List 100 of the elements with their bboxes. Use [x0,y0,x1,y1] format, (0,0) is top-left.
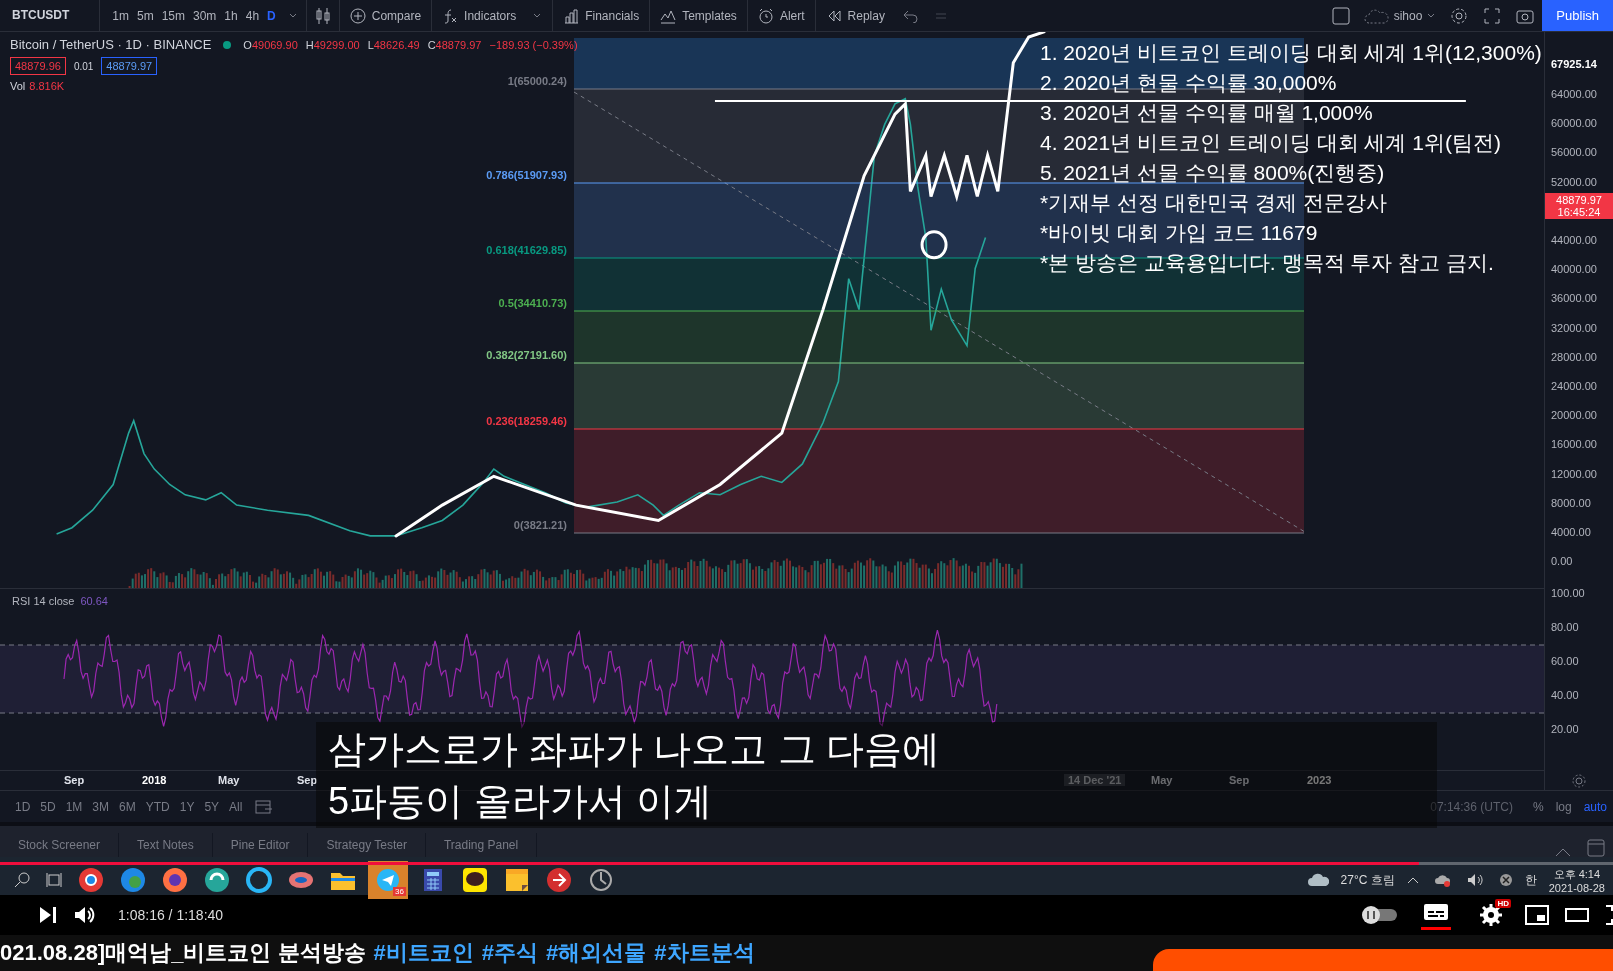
range-button[interactable]: 1Y [174,799,200,814]
plus-icon [349,7,366,24]
alarm-clock-icon [757,7,774,24]
fib-level-label: 1(65000.24) [507,75,567,87]
hashtag-link[interactable]: #주식 [481,938,539,968]
annotation-text: *본 방송은 교육용입니다. 맹목적 투자 참고 금지. [1040,250,1495,276]
clock-date[interactable]: 2021-08-28 [1548,881,1605,894]
volume-icon[interactable] [1466,873,1483,887]
browser-icon[interactable] [245,866,273,894]
range-button[interactable]: 3M [87,799,115,814]
price-tick: 20000.00 [1551,409,1597,422]
collapse-icon[interactable] [1555,847,1571,857]
price-tick: 32000.00 [1551,321,1597,334]
hashtag-link[interactable]: #비트코인 [373,938,474,968]
camera-icon[interactable] [1516,7,1535,24]
time-label: Sep [64,774,85,786]
range-button[interactable]: 1D [10,799,36,814]
interval-button[interactable]: D [263,8,280,23]
range-button[interactable]: 1M [60,799,88,814]
browser-icon[interactable] [77,866,105,894]
input-method-label[interactable]: 한 [1524,871,1537,889]
range-button[interactable]: All [224,799,248,814]
notes-icon[interactable] [503,866,531,894]
buy-button[interactable]: 48879.97 [101,57,158,75]
rsi-tick: 100.00 [1551,589,1585,599]
range-button[interactable]: 5Y [199,799,225,814]
range-button[interactable]: YTD [140,799,175,814]
rsi-tick: 20.00 [1551,723,1579,735]
annotation-text: 1. 2020년 비트코인 트레이딩 대회 세계 1위(12,300%) [1040,40,1542,66]
search-icon[interactable] [14,872,30,888]
settings-icon[interactable] [1450,6,1469,25]
volume-icon[interactable] [74,905,96,925]
range-button[interactable]: 6M [114,799,141,814]
sell-button[interactable]: 48879.96 [10,57,66,75]
candles-icon[interactable] [314,6,331,25]
indicator-value: 60.64 [80,595,108,607]
scale-mode-button[interactable]: auto [1577,799,1613,814]
fib-level-label: 0.5(34410.73) [498,297,567,309]
toolbar-button[interactable]: Financials [552,0,650,31]
caption-text: 5파동이 올라가서 이게 [328,779,713,824]
price-tick: 4000.00 [1551,526,1591,538]
ohlc-value: H49299.00 [305,38,360,51]
interval-button[interactable]: 15m [157,8,189,23]
ohlc-value: C48879.97 [427,38,482,51]
price-tick: 36000.00 [1551,292,1597,305]
interval-button[interactable]: 1h [220,8,242,23]
price-label: 67925.14 [1551,58,1597,70]
interval-button[interactable]: 1m [108,8,133,23]
undo-icon[interactable] [902,8,919,23]
indicator-label: RSI 14 close [12,595,75,607]
time-label: 2023 [1307,774,1332,786]
caption-text: 삼가스로가 좌파가 나오고 그 다음에 [328,727,941,772]
next-icon[interactable] [38,905,58,925]
messenger-icon[interactable]: 36 [368,861,408,899]
clock-time[interactable]: 오후 4:14 [1553,866,1601,882]
volume-label: Vol [10,80,26,92]
weather-label: 27°C 흐림 [1340,871,1395,889]
layout-icon[interactable] [1331,6,1350,25]
close-icon[interactable] [1498,873,1513,887]
interval-button[interactable]: 5m [133,8,158,23]
toolbar-button[interactable]: Replay [814,0,895,31]
chat-icon[interactable] [461,866,489,894]
symbol-label[interactable]: BTCUSDT [0,0,101,31]
theater-icon[interactable] [1565,907,1589,923]
ohlc-value: O49069.90 [243,38,298,51]
calendar-icon[interactable] [255,798,274,815]
range-button[interactable]: 5D [35,799,61,814]
clock-label: 07:14:36 (UTC) [1430,799,1513,814]
autoplay-toggle[interactable] [1361,905,1399,925]
video-time: 1:08:16 / 1:18:40 [118,907,224,923]
miniplayer-icon[interactable] [1525,905,1549,925]
publish-button[interactable]: Publish [1542,0,1613,31]
annotation-text: 5. 2021년 선물 수익률 800%(진행중) [1040,160,1386,186]
toolbar-button[interactable]: Compare [338,0,432,31]
hashtag-link[interactable]: #차트분석 [654,938,755,968]
network-icon[interactable] [1434,873,1451,887]
caret-icon[interactable] [1406,876,1419,884]
app-icon[interactable] [203,866,231,894]
last-price-tag: 48879.97 16:45:24 [1545,193,1613,219]
scale-mode-button[interactable]: % [1526,799,1550,814]
cloud-icon [1363,7,1390,24]
toolbar-button[interactable]: Templates [649,0,747,31]
task-view-icon[interactable] [46,872,62,888]
fib-level-label: 0(3821.21) [513,519,567,531]
app-icon[interactable] [545,866,573,894]
time-label: Sep [297,774,318,786]
annotation-text: 2. 2020년 현물 수익률 30,000% [1040,70,1338,96]
hashtag-link[interactable]: #해외선물 [546,938,647,968]
rsi-tick: 40.00 [1551,689,1579,701]
scale-mode-button[interactable]: log [1549,799,1578,814]
toolbar-button[interactable]: Indicators [431,0,553,31]
cloud-save-button[interactable]: sihoo [1357,6,1443,25]
toolbar-button[interactable]: Alert [746,0,815,31]
app-icon[interactable] [587,866,615,894]
browser-icon[interactable] [161,866,189,894]
maximize-icon[interactable] [1587,839,1605,857]
interval-button[interactable]: 4h [241,8,264,23]
interval-button[interactable]: 30m [189,8,221,23]
fib-level-label: 0.236(18259.46) [486,415,567,427]
price-tick: 52000.00 [1551,175,1597,188]
